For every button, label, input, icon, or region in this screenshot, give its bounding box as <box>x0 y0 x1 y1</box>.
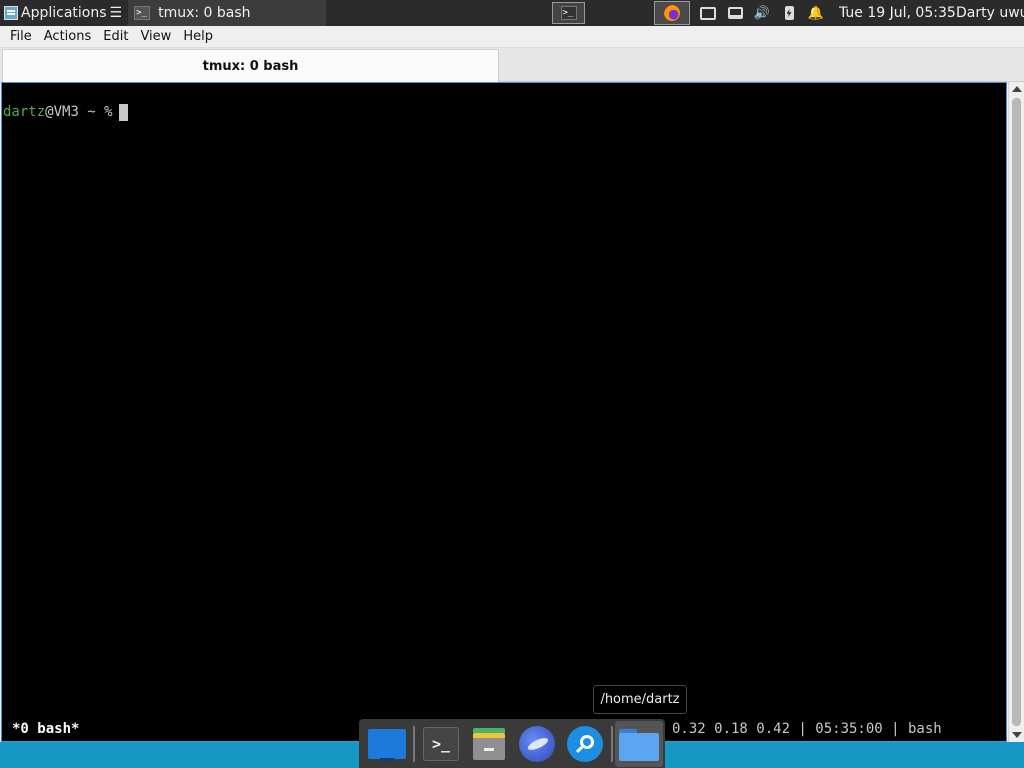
prompt-host-path: @VM3 ~ % <box>45 104 113 120</box>
terminal-dock-button[interactable]: >_ <box>417 721 465 767</box>
prompt-user: dartz <box>3 104 46 120</box>
tmux-status-right: 0.32 0.18 0.42 | 05:35:00 | bash <box>672 721 942 737</box>
applications-icon <box>4 6 18 20</box>
text-cursor <box>118 104 128 121</box>
terminal-launcher-icon: >_ <box>560 6 577 20</box>
tab-bar: tmux: 0 bash <box>0 48 1024 82</box>
shell-prompt: dartz@VM3 ~ % <box>3 104 128 121</box>
desktop-icon <box>368 728 406 761</box>
terminal-icon: >_ <box>134 6 151 20</box>
tab-tmux[interactable]: tmux: 0 bash <box>2 49 499 82</box>
applications-label: Applications <box>21 5 107 21</box>
web-browser-dock-button[interactable] <box>513 721 561 767</box>
applications-menu-glyph: ☰ <box>109 5 123 21</box>
web-browser-icon <box>519 725 555 762</box>
dock: >_ <box>359 719 665 768</box>
display-icon[interactable] <box>727 5 743 21</box>
home-folder-icon <box>619 727 659 761</box>
scroll-up-arrow-icon[interactable] <box>1012 86 1022 92</box>
notification-bell-icon[interactable]: 🔔 <box>808 5 824 21</box>
terminal-icon: >_ <box>423 726 459 761</box>
dock-separator <box>611 725 613 762</box>
home-folder-dock-button[interactable] <box>615 720 663 767</box>
menu-help[interactable]: Help <box>177 26 219 48</box>
firefox-icon <box>664 5 680 21</box>
top-panel: Applications ☰ >_ tmux: 0 bash >_ 🔊 🔔 Tu… <box>0 0 1024 26</box>
volume-icon[interactable]: 🔊 <box>754 5 770 21</box>
terminal-area[interactable]: dartz@VM3 ~ % *0 bash* 0.32 0.18 0.42 | … <box>1 82 1007 742</box>
battery-icon[interactable] <box>781 5 797 21</box>
terminal-scrollbar[interactable] <box>1008 82 1024 742</box>
firefox-launcher-button[interactable] <box>654 1 690 25</box>
system-tray: 🔊 🔔 <box>700 0 824 26</box>
taskbar-window-button[interactable]: >_ tmux: 0 bash <box>128 0 327 26</box>
tmux-window-list[interactable]: *0 bash* <box>12 721 79 737</box>
scrollbar-thumb[interactable] <box>1012 98 1021 726</box>
file-manager-icon <box>471 726 507 762</box>
clock[interactable]: Tue 19 Jul, 05:35 <box>839 0 956 26</box>
menu-bar: File Actions Edit View Help <box>0 26 1024 48</box>
show-desktop-button[interactable] <box>363 721 411 767</box>
dock-separator <box>413 725 415 762</box>
terminal-window: File Actions Edit View Help tmux: 0 bash… <box>0 26 1024 742</box>
menu-edit[interactable]: Edit <box>97 26 134 48</box>
scroll-down-arrow-icon[interactable] <box>1012 732 1022 738</box>
menu-actions[interactable]: Actions <box>38 26 98 48</box>
terminal-launcher-button[interactable]: >_ <box>552 2 585 24</box>
dock-tooltip: /home/dartz <box>593 685 687 714</box>
search-dock-button[interactable] <box>561 721 609 767</box>
menu-view[interactable]: View <box>134 26 177 48</box>
search-icon <box>567 725 603 762</box>
file-manager-dock-button[interactable] <box>465 721 513 767</box>
network-icon[interactable] <box>700 5 716 21</box>
taskbar-window-label: tmux: 0 bash <box>158 5 251 21</box>
menu-file[interactable]: File <box>4 26 38 48</box>
user-menu[interactable]: Darty uwu <box>956 0 1024 26</box>
applications-menu-button[interactable]: Applications ☰ <box>0 0 126 26</box>
